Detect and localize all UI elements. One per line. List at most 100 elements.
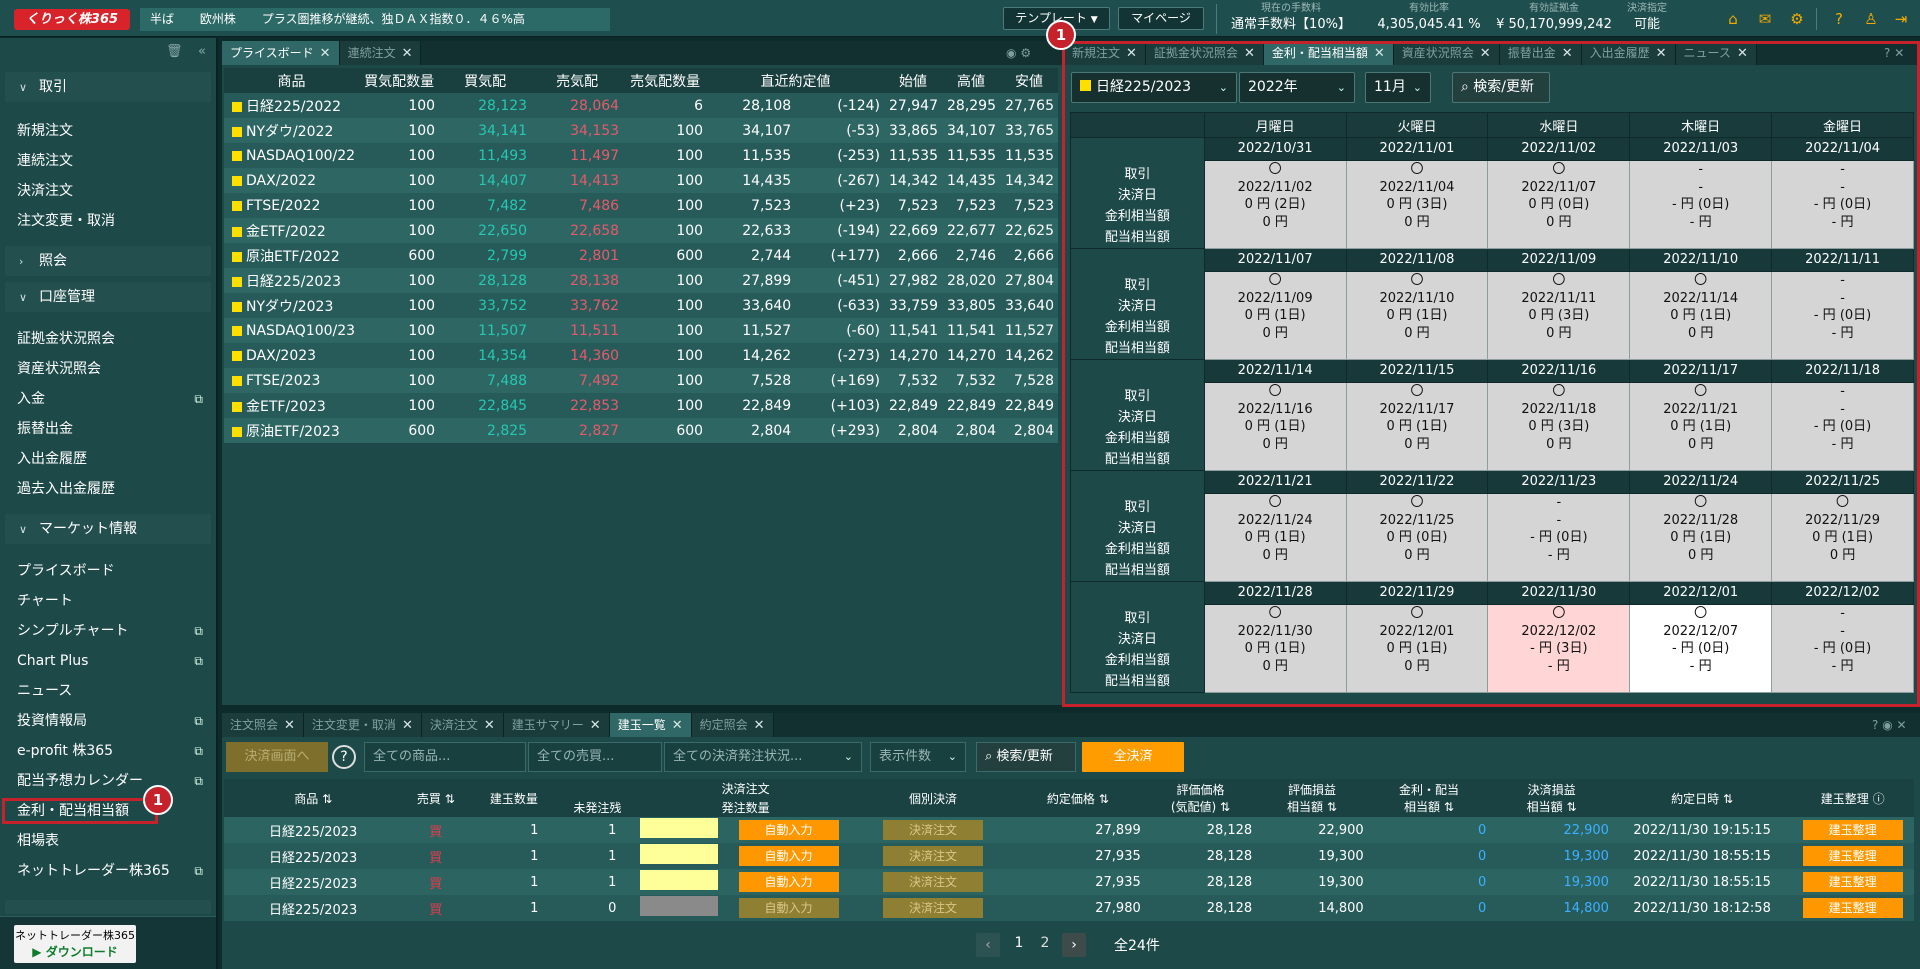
day-cell[interactable]: 〇 2022/11/02 0 円 (2日) 0 円: [1203, 160, 1347, 249]
close-icon[interactable]: ✕: [672, 718, 683, 733]
col-open[interactable]: 始値: [884, 68, 942, 93]
sidebar-item-net-trader[interactable]: ネットトレーダー株365 ⧉: [17, 858, 207, 884]
ask-cell[interactable]: 11,511: [531, 318, 624, 343]
sidebar-item-new-order[interactable]: 新規注文: [17, 118, 207, 144]
download-button[interactable]: ネットトレーダー株365 ▶ ダウンロード: [14, 925, 136, 963]
sidebar-item-transfer[interactable]: 振替出金: [17, 416, 207, 442]
tab-positions-3[interactable]: 建玉サマリー ✕: [503, 713, 610, 737]
day-cell[interactable]: - - - 円 (0日) - 円: [1771, 604, 1914, 693]
price-row[interactable]: 金ETF/2023 100 22,845 22,853 100 22,849 (+103) 2…: [224, 393, 1058, 418]
day-cell[interactable]: 〇 2022/11/14 0 円 (1日) 0 円: [1629, 271, 1773, 360]
auto-fill-button[interactable]: 自動入力: [738, 820, 839, 840]
close-icon[interactable]: ✕: [754, 718, 765, 733]
ask-cell[interactable]: 14,413: [531, 168, 624, 193]
sidebar-item-price-board[interactable]: プライスボード: [17, 558, 207, 584]
day-cell[interactable]: 〇 2022/11/18 0 円 (3日) 0 円: [1487, 382, 1631, 471]
col-settle-pnl[interactable]: 決済損益 相当額 ⇅: [1490, 779, 1613, 817]
sidebar-item-interest-dividend[interactable]: 金利・配当相当額: [2, 798, 158, 824]
sidebar-section-inquiry[interactable]: › 照会: [5, 246, 211, 276]
price-row[interactable]: 金ETF/2022 100 22,650 22,658 100 22,633 (-194) 2…: [224, 218, 1058, 243]
ask-cell[interactable]: 22,853: [531, 393, 624, 418]
product-select[interactable]: 日経225/2023 ⌄: [1071, 72, 1237, 103]
product-cell[interactable]: DAX/2022: [224, 168, 360, 193]
day-cell[interactable]: 〇 2022/12/07 - 円 (0日) - 円: [1629, 604, 1773, 693]
price-row[interactable]: 原油ETF/2023 600 2,825 2,827 600 2,804 (+293) 2,8…: [224, 418, 1058, 443]
day-cell[interactable]: 〇 2022/11/09 0 円 (1日) 0 円: [1203, 271, 1347, 360]
sidebar-item-news[interactable]: ニュース: [17, 678, 207, 704]
help-icon[interactable]: ⓘ: [1873, 792, 1885, 806]
price-row[interactable]: FTSE/2022 100 7,482 7,486 100 7,523 (+23) 7,523…: [224, 193, 1058, 218]
close-icon[interactable]: ✕: [1897, 718, 1907, 732]
auto-fill-button[interactable]: 自動入力: [738, 846, 839, 866]
auto-fill-button[interactable]: 自動入力: [738, 872, 839, 892]
product-cell[interactable]: FTSE/2022: [224, 193, 360, 218]
price-row[interactable]: FTSE/2023 100 7,488 7,492 100 7,528 (+169) 7,53…: [224, 368, 1058, 393]
day-cell[interactable]: 〇 2022/11/30 0 円 (1日) 0 円: [1203, 604, 1347, 693]
help-icon[interactable]: ?: [1828, 8, 1850, 30]
sidebar-section-trade[interactable]: ∨ 取引: [5, 72, 211, 102]
col-bid-qty[interactable]: 買気配数量: [359, 68, 440, 93]
help-icon[interactable]: ?: [1872, 718, 1878, 732]
day-cell[interactable]: 〇 2022/11/28 0 円 (1日) 0 円: [1629, 493, 1773, 582]
bid-cell[interactable]: 28,128: [439, 268, 532, 293]
tab-positions-5[interactable]: 約定照会 ✕: [691, 713, 774, 737]
eye-icon[interactable]: ◉: [1882, 718, 1892, 732]
product-cell[interactable]: 金ETF/2023: [224, 393, 360, 418]
sidebar-item-modify-cancel[interactable]: 注文変更・取消: [17, 208, 207, 234]
auto-fill-button[interactable]: 自動入力: [738, 898, 839, 918]
day-cell[interactable]: 〇 2022/11/17 0 円 (1日) 0 円: [1345, 382, 1489, 471]
bid-cell[interactable]: 33,752: [439, 293, 532, 318]
position-row[interactable]: 日経225/2023 買 1 1 自動入力 決済注文 27,935 28,128 19,300 0…: [224, 869, 1914, 895]
product-cell[interactable]: NYダウ/2023: [224, 293, 360, 318]
ask-cell[interactable]: 7,486: [531, 193, 624, 218]
tab-positions-0[interactable]: 注文照会 ✕: [222, 713, 304, 737]
product-cell[interactable]: 金ETF/2022: [224, 218, 360, 243]
gear-icon[interactable]: ⚙: [1020, 46, 1031, 60]
product-cell[interactable]: 日経225/2022: [224, 93, 360, 118]
col-product[interactable]: 商品: [224, 68, 360, 93]
bid-cell[interactable]: 7,482: [439, 193, 532, 218]
ask-cell[interactable]: 2,827: [531, 418, 624, 443]
tab-positions-4[interactable]: 建玉一覧 ✕: [609, 713, 692, 737]
price-row[interactable]: 日経225/2023 100 28,128 28,138 100 27,899 (-451)…: [224, 268, 1058, 293]
ask-cell[interactable]: 14,360: [531, 343, 624, 368]
day-cell[interactable]: 〇 2022/11/07 0 円 (0日) 0 円: [1487, 160, 1631, 249]
help-icon[interactable]: ?: [332, 745, 356, 769]
day-cell[interactable]: 〇 2022/11/10 0 円 (1日) 0 円: [1345, 271, 1489, 360]
bid-cell[interactable]: 11,507: [439, 318, 532, 343]
price-row[interactable]: DAX/2022 100 14,407 14,413 100 14,435 (-267) 14…: [224, 168, 1058, 193]
ask-cell[interactable]: 33,762: [531, 293, 624, 318]
col-product[interactable]: 商品 ⇅: [224, 779, 403, 817]
trash-icon[interactable]: 🗑: [166, 44, 183, 60]
price-row[interactable]: NYダウ/2023 100 33,752 33,762 100 33,640 (-633) 3…: [224, 293, 1058, 318]
position-manage-button[interactable]: 建玉整理: [1802, 820, 1903, 840]
product-cell[interactable]: NASDAQ100/22: [224, 143, 360, 168]
bid-cell[interactable]: 2,825: [439, 418, 532, 443]
close-icon[interactable]: ✕: [402, 46, 413, 61]
order-qty-input[interactable]: [640, 818, 719, 838]
close-icon[interactable]: ✕: [284, 718, 295, 733]
day-cell[interactable]: 〇 2022/12/02 - 円 (3日) - 円: [1487, 604, 1631, 693]
product-cell[interactable]: FTSE/2023: [224, 368, 360, 393]
sidebar-item-settle-order[interactable]: 決済注文: [17, 178, 207, 204]
day-cell[interactable]: 〇 2022/12/01 0 円 (1日) 0 円: [1345, 604, 1489, 693]
day-cell[interactable]: 〇 2022/11/16 0 円 (1日) 0 円: [1203, 382, 1347, 471]
price-row[interactable]: DAX/2023 100 14,354 14,360 100 14,262 (-273) 14…: [224, 343, 1058, 368]
status-filter[interactable]: 全ての決済発注状況... ⌄: [664, 742, 862, 772]
count-filter[interactable]: 表示件数 ⌄: [870, 742, 966, 772]
day-cell[interactable]: 〇 2022/11/21 0 円 (1日) 0 円: [1629, 382, 1773, 471]
app-logo[interactable]: くりっく株365: [14, 9, 130, 30]
position-manage-button[interactable]: 建玉整理: [1802, 898, 1903, 918]
settle-order-button[interactable]: 決済注文: [882, 872, 983, 892]
price-row[interactable]: 日経225/2022 100 28,123 28,064 6 28,108 (-124) 27…: [224, 93, 1058, 118]
bid-cell[interactable]: 22,650: [439, 218, 532, 243]
tab-continuous-order[interactable]: 連続注文 ✕: [339, 41, 422, 65]
sidebar-item-simple-chart[interactable]: シンプルチャート ⧉: [17, 618, 207, 644]
bid-cell[interactable]: 2,799: [439, 243, 532, 268]
sidebar-item-chart[interactable]: チャート: [17, 588, 207, 614]
price-row[interactable]: 原油ETF/2022 600 2,799 2,801 600 2,744 (+177) 2,6…: [224, 243, 1058, 268]
product-cell[interactable]: DAX/2023: [224, 343, 360, 368]
page-1[interactable]: 1: [1010, 935, 1028, 951]
sidebar-item-continuous-order[interactable]: 連続注文: [17, 148, 207, 174]
settle-screen-button[interactable]: 決済画面へ: [226, 742, 328, 772]
